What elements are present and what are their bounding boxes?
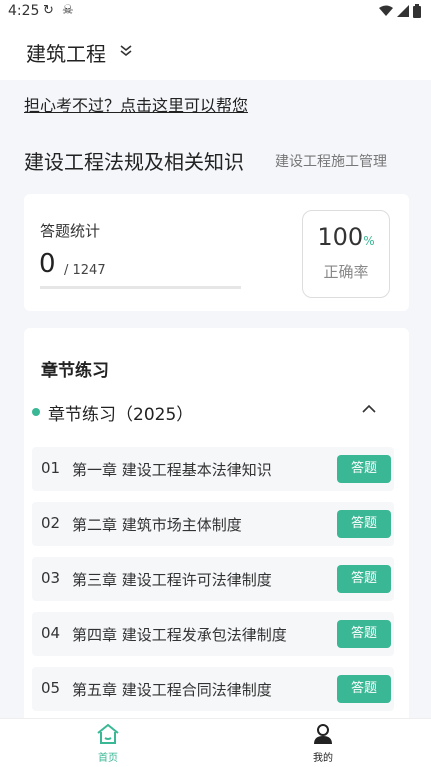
accuracy-value: 100% bbox=[317, 223, 375, 251]
chapter-group-header[interactable]: 章节练习（2025） bbox=[32, 400, 402, 426]
progress-bar bbox=[40, 286, 241, 289]
exam-category-title[interactable]: 建筑工程 bbox=[26, 38, 106, 67]
subject-tab-active[interactable]: 建设工程法规及相关知识 bbox=[24, 146, 244, 175]
chapter-practice-card: 章节练习 章节练习（2025） 01 第一章 建设工程基本法律知识 答题 02 … bbox=[24, 328, 409, 728]
app-header: 建筑工程 bbox=[0, 24, 431, 80]
chapter-row[interactable]: 03 第三章 建设工程许可法律制度 答题 bbox=[32, 557, 394, 601]
chevron-up-icon[interactable] bbox=[362, 404, 376, 414]
answered-count: 0 bbox=[39, 249, 56, 279]
chapter-name: 第三章 建设工程许可法律制度 bbox=[72, 571, 272, 589]
help-link[interactable]: 担心考不过？点击这里可以帮您 bbox=[24, 92, 248, 116]
chapter-number: 01 bbox=[41, 459, 61, 477]
accuracy-label: 正确率 bbox=[323, 263, 369, 281]
bullet-dot-icon bbox=[32, 408, 40, 416]
answer-button[interactable]: 答题 bbox=[337, 675, 391, 703]
nav-mine-label: 我的 bbox=[313, 753, 333, 764]
status-time: 4:25 bbox=[8, 3, 40, 19]
chapter-number: 02 bbox=[41, 514, 61, 532]
chapter-name: 第二章 建筑市场主体制度 bbox=[72, 516, 242, 534]
chapter-row[interactable]: 01 第一章 建设工程基本法律知识 答题 bbox=[32, 447, 394, 491]
answer-button[interactable]: 答题 bbox=[337, 620, 391, 648]
chapter-name: 第一章 建设工程基本法律知识 bbox=[72, 461, 272, 479]
chevron-down-icon[interactable] bbox=[120, 44, 132, 58]
nav-home[interactable]: 首页 bbox=[78, 723, 138, 764]
subject-tab-secondary[interactable]: 建设工程施工管理 bbox=[275, 151, 387, 171]
battery-icon bbox=[413, 4, 421, 18]
status-notification-icons: ↻ ☠ bbox=[43, 3, 76, 18]
chapter-name: 第四章 建设工程发承包法律制度 bbox=[72, 626, 287, 644]
chapter-row[interactable]: 05 第五章 建设工程合同法律制度 答题 bbox=[32, 667, 394, 711]
accuracy-box: 100% 正确率 bbox=[302, 210, 390, 298]
home-icon bbox=[97, 723, 119, 744]
chapter-row[interactable]: 04 第四章 建设工程发承包法律制度 答题 bbox=[32, 612, 394, 656]
signal-icon bbox=[397, 5, 409, 17]
answer-button[interactable]: 答题 bbox=[337, 565, 391, 593]
nav-mine[interactable]: 我的 bbox=[293, 723, 353, 764]
chapter-row[interactable]: 02 第二章 建筑市场主体制度 答题 bbox=[32, 502, 394, 546]
nav-home-label: 首页 bbox=[98, 753, 118, 764]
stats-label: 答题统计 bbox=[40, 222, 101, 240]
user-icon bbox=[314, 724, 332, 744]
accuracy-unit: % bbox=[363, 234, 375, 248]
bottom-nav: 首页 我的 bbox=[0, 718, 431, 767]
chapter-number: 03 bbox=[41, 569, 61, 587]
wifi-icon bbox=[379, 5, 393, 16]
answer-stats-card: 答题统计 0 / 1247 100% 正确率 bbox=[24, 194, 409, 311]
chapter-group-label: 章节练习（2025） bbox=[48, 405, 194, 425]
chapter-number: 05 bbox=[41, 679, 61, 697]
answer-button[interactable]: 答题 bbox=[337, 455, 391, 483]
chapter-name: 第五章 建设工程合同法律制度 bbox=[72, 681, 272, 699]
total-count: / 1247 bbox=[64, 263, 106, 278]
answer-button[interactable]: 答题 bbox=[337, 510, 391, 538]
status-bar: 4:25 ↻ ☠ bbox=[0, 0, 431, 24]
section-title: 章节练习 bbox=[41, 361, 109, 381]
status-right-icons bbox=[379, 4, 421, 18]
chapter-number: 04 bbox=[41, 624, 61, 642]
